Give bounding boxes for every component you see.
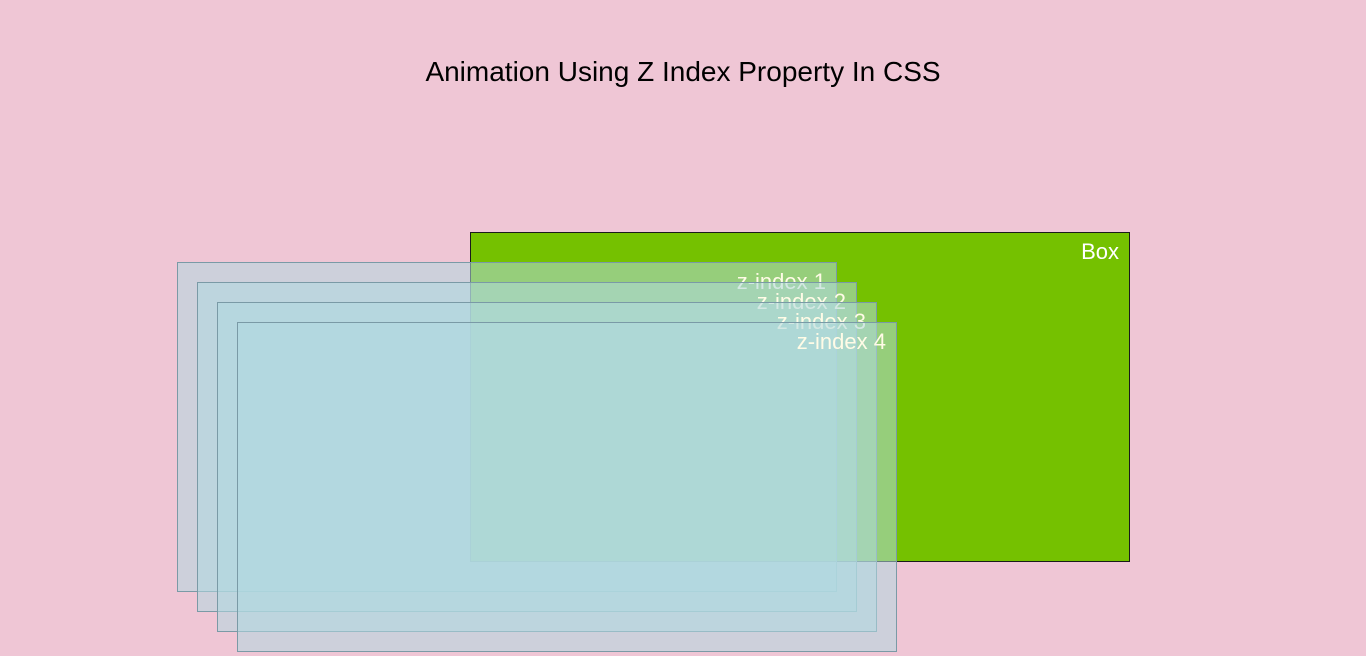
box-label: Box: [1081, 239, 1119, 264]
z-index-layer-4-label: z-index 4: [797, 329, 886, 354]
page-title: Animation Using Z Index Property In CSS: [0, 56, 1366, 88]
z-index-layer-4: z-index 4: [237, 322, 897, 652]
stage: Animation Using Z Index Property In CSS …: [0, 0, 1366, 656]
